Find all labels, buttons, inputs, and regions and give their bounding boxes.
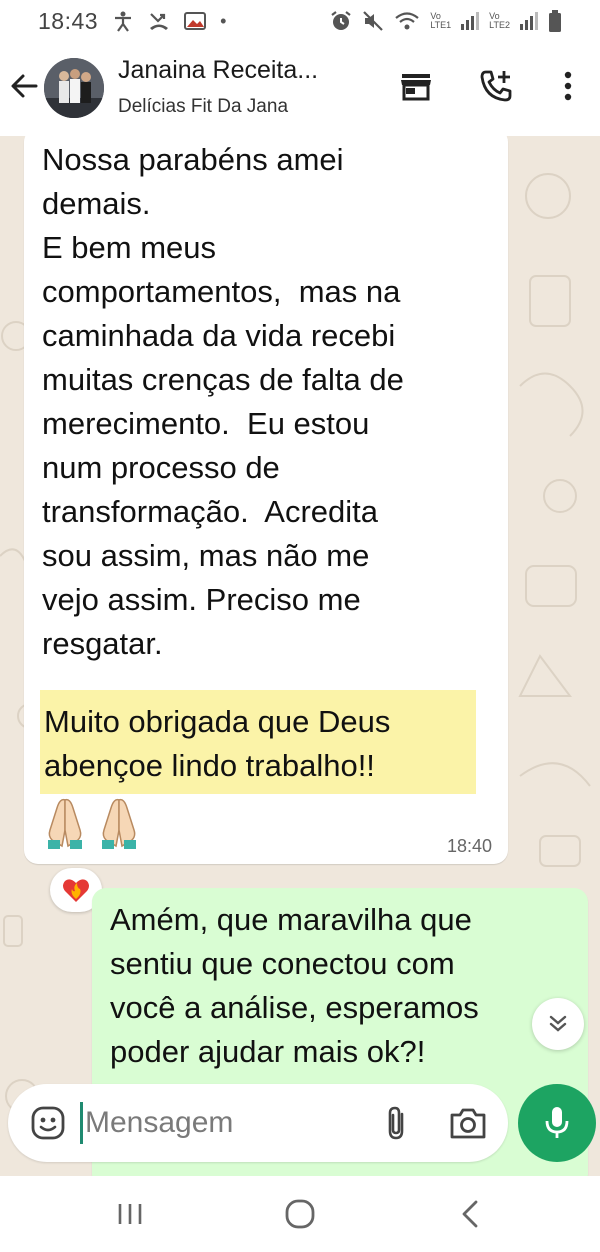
attach-icon[interactable] (378, 1104, 414, 1142)
back-icon[interactable] (452, 1198, 488, 1230)
incoming-message-bubble[interactable]: Nossa parabéns amei demais. E bem meus c… (24, 136, 508, 864)
home-icon[interactable] (282, 1198, 318, 1230)
pray-hands-icon (48, 798, 82, 849)
avatar[interactable] (44, 58, 104, 118)
store-icon[interactable] (398, 68, 434, 104)
notification-dot-icon: • (220, 10, 227, 31)
message-time: 18:40 (446, 836, 492, 856)
more-vert-icon[interactable] (550, 68, 586, 104)
pray-hands-icon (102, 798, 136, 849)
recent-apps-icon[interactable] (112, 1198, 148, 1230)
status-time: 18:43 (38, 7, 99, 34)
sim2-indicator: Vo LTE2 (489, 12, 510, 30)
mute-icon (363, 11, 384, 31)
missed-call-icon (150, 13, 169, 30)
message-input[interactable] (80, 1102, 360, 1144)
gallery-icon (184, 12, 207, 30)
message-composer (8, 1084, 508, 1162)
add-call-icon[interactable] (478, 68, 514, 104)
avatar-image (44, 58, 104, 118)
mic-icon (545, 1107, 569, 1138)
emoji-icon[interactable] (30, 1105, 66, 1141)
camera-icon[interactable] (448, 1104, 488, 1142)
alarm-icon (331, 11, 351, 30)
battery-icon (549, 10, 561, 32)
sim1-indicator: Vo LTE1 (430, 12, 451, 30)
incoming-message-text: Nossa parabéns amei demais. E bem meus c… (42, 142, 404, 661)
highlighted-message-text: Muito obrigada que Deus abençoe lindo tr… (40, 690, 476, 794)
outgoing-message-text: Amém, que maravilha que sentiu que conec… (110, 902, 479, 1069)
signal-2-icon (520, 12, 538, 30)
pray-emoji-row: 🙏🏻🙏🏻 (42, 796, 142, 850)
lte-label-1: LTE1 (430, 20, 452, 30)
double-chevron-down-icon (549, 1015, 567, 1032)
back-arrow-icon[interactable] (8, 70, 40, 102)
accessibility-icon (115, 11, 132, 32)
contact-subtitle[interactable]: Delícias Fit Da Jana (118, 96, 288, 118)
chat-header: Janaina Receita... Delícias Fit Da Jana (0, 42, 600, 136)
scroll-down-button[interactable] (532, 998, 584, 1050)
chat-area[interactable]: Nossa parabéns amei demais. E bem meus c… (0, 136, 600, 1176)
signal-1-icon (461, 12, 480, 30)
mic-button[interactable] (518, 1084, 596, 1162)
status-bar: 18:43 • Vo LTE1 Vo LTE2 (0, 0, 600, 42)
lte-label-2: LTE2 (489, 20, 510, 30)
wifi-icon (395, 12, 420, 30)
system-nav-bar (0, 1176, 600, 1252)
status-right: Vo LTE1 Vo LTE2 (330, 10, 562, 32)
status-left: 18:43 • (38, 8, 226, 35)
contact-name[interactable]: Janaina Receita... (118, 56, 318, 85)
